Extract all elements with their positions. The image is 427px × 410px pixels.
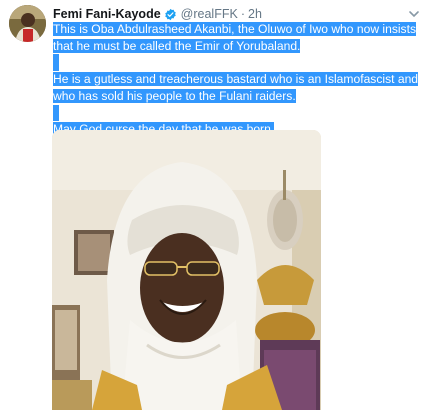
tweet-text: This is Oba Abdulrasheed Akanbi, the Olu… bbox=[53, 21, 423, 138]
tweet-paragraph: This is Oba Abdulrasheed Akanbi, the Olu… bbox=[53, 22, 417, 53]
tweet-photo[interactable] bbox=[52, 130, 321, 410]
tweet-paragraph: He is a gutless and treacherous bastard … bbox=[53, 72, 419, 103]
header-separator: · bbox=[240, 7, 245, 21]
author-name[interactable]: Femi Fani-Kayode bbox=[53, 7, 161, 21]
tweet-timestamp[interactable]: 2h bbox=[248, 7, 262, 21]
author-handle[interactable]: @realFFK bbox=[181, 7, 238, 21]
chevron-down-icon[interactable] bbox=[408, 7, 420, 19]
tweet-header: Femi Fani-Kayode @realFFK · 2h bbox=[53, 6, 262, 22]
verified-badge-icon bbox=[164, 8, 177, 21]
tweet: Femi Fani-Kayode @realFFK · 2h This is O… bbox=[0, 0, 427, 410]
avatar[interactable] bbox=[9, 5, 46, 42]
